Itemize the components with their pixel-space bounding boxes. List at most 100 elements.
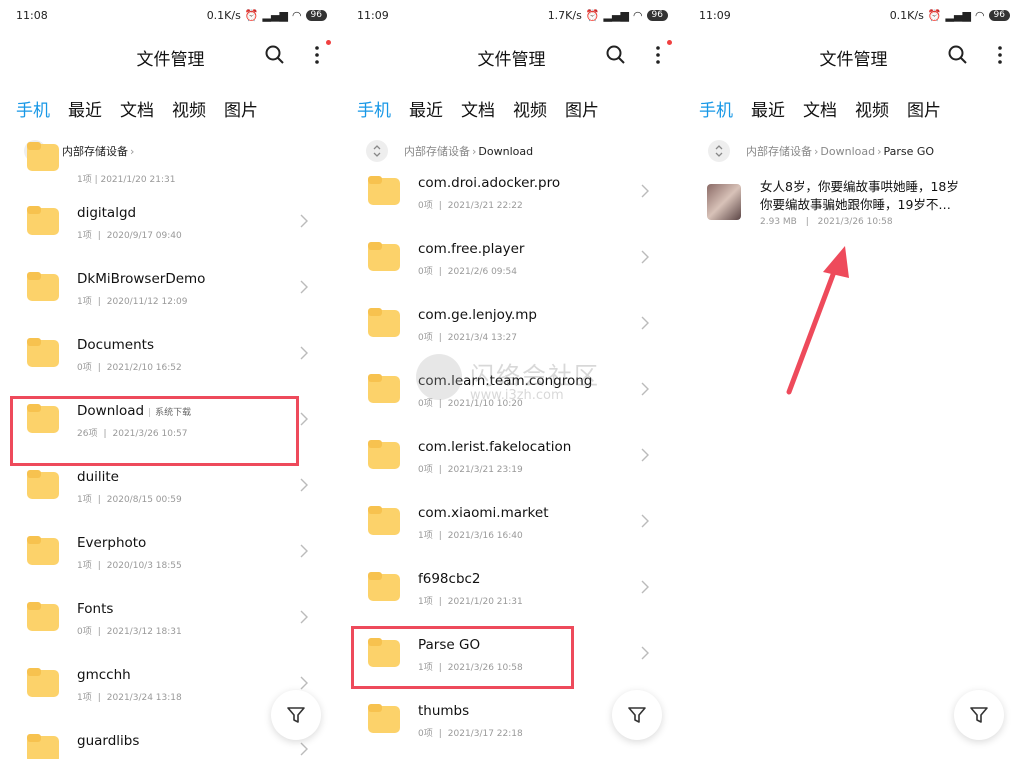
folder-row[interactable]: Parse GO 1项 | 2021/3/26 10:58 <box>341 624 682 690</box>
folder-meta: 1项 | 2020/10/3 18:55 <box>77 558 182 571</box>
breadcrumb-item-root[interactable]: 内部存储设备 <box>404 143 470 159</box>
filter-button[interactable] <box>612 690 662 740</box>
folder-icon <box>368 638 400 667</box>
more-icon[interactable] <box>647 44 669 66</box>
folder-row[interactable]: Documents 0项 | 2021/2/10 16:52 <box>0 324 341 390</box>
folder-icon <box>27 536 59 565</box>
chevron-right-icon <box>300 346 308 360</box>
folder-meta: 0项 | 2021/3/21 22:22 <box>418 198 523 211</box>
tab-recent[interactable]: 最近 <box>409 96 443 121</box>
folder-icon <box>27 668 59 697</box>
folder-row[interactable]: com.free.player 0项 | 2021/2/6 09:54 <box>341 228 682 294</box>
more-icon[interactable] <box>989 44 1011 66</box>
folder-icon <box>27 142 59 171</box>
folder-meta: 1项 | 2021/3/26 10:58 <box>418 660 523 673</box>
tab-phone[interactable]: 手机 <box>16 96 50 121</box>
tab-documents[interactable]: 文档 <box>803 96 837 121</box>
list-item[interactable]: 1项 | 2021/1/20 21:31 <box>0 142 341 192</box>
folder-row[interactable]: com.droi.adocker.pro 0项 | 2021/3/21 22:22 <box>341 162 682 228</box>
more-icon[interactable] <box>306 44 328 66</box>
folder-icon <box>27 206 59 235</box>
breadcrumb-up-icon[interactable] <box>708 140 730 162</box>
folder-meta: 0项 | 2021/3/17 22:18 <box>418 726 523 739</box>
filter-button[interactable] <box>954 690 1004 740</box>
video-file-item[interactable]: 女人8岁，你要编故事哄她睡，18岁你要编故事骗她跟你睡，19岁不… 2.93 M… <box>707 178 1014 238</box>
folder-name: duilite <box>77 469 119 485</box>
watermark-text: 闪络会社区 <box>470 362 600 390</box>
breadcrumb-item-download[interactable]: Download <box>478 145 533 158</box>
breadcrumb: 内部存储设备 › Download › Parse GO <box>708 140 934 162</box>
breadcrumb: 内部存储设备 › Download <box>366 140 533 162</box>
folder-date: 2020/10/3 18:55 <box>106 561 182 571</box>
tab-documents[interactable]: 文档 <box>120 96 154 121</box>
tab-documents[interactable]: 文档 <box>461 96 495 121</box>
folder-date: 2021/3/21 23:19 <box>447 465 523 475</box>
meta-separator: | <box>438 267 442 277</box>
wifi-icon: ◠ <box>974 9 985 22</box>
folder-name: digitalgd <box>77 205 136 221</box>
folder-name: guardlibs <box>77 733 139 749</box>
folder-meta: 1项 | 2021/3/24 13:18 <box>77 690 182 703</box>
breadcrumb-item-download[interactable]: Download <box>820 145 875 158</box>
folder-icon <box>368 242 400 271</box>
tab-phone[interactable]: 手机 <box>699 96 733 121</box>
tab-recent[interactable]: 最近 <box>751 96 785 121</box>
folder-date: 2021/3/24 13:18 <box>106 693 182 703</box>
search-icon[interactable] <box>947 44 969 66</box>
alarm-icon: ⏰ <box>927 9 942 22</box>
folder-date: 2020/9/17 09:40 <box>106 231 182 241</box>
folder-icon <box>27 338 59 367</box>
folder-row[interactable]: digitalgd 1项 | 2020/9/17 09:40 <box>0 192 341 258</box>
search-icon[interactable] <box>264 44 286 66</box>
folder-name: Fonts <box>77 601 113 617</box>
folder-name: com.droi.adocker.pro <box>418 175 560 191</box>
notification-dot <box>326 40 331 45</box>
file-meta: 2.93 MB | 2021/3/26 10:58 <box>760 217 893 227</box>
status-bar: 11:09 1.7K/s ⏰ ▂▄▆ ◠ 96 <box>341 0 682 30</box>
folder-row[interactable]: f698cbc2 1项 | 2021/1/20 21:31 <box>341 558 682 624</box>
chevron-right-icon: › <box>877 144 882 158</box>
folder-icon <box>27 602 59 631</box>
breadcrumb-item-parse-go[interactable]: Parse GO <box>884 145 935 158</box>
breadcrumb-up-icon[interactable] <box>366 140 388 162</box>
folder-row[interactable]: Fonts 0项 | 2021/3/12 18:31 <box>0 588 341 654</box>
folder-row[interactable]: DkMiBrowserDemo 1项 | 2020/11/12 12:09 <box>0 258 341 324</box>
folder-row[interactable]: Download | 系统下载 26项 | 2021/3/26 10:57 <box>0 390 341 456</box>
tab-images[interactable]: 图片 <box>565 96 599 121</box>
folder-row[interactable]: com.lerist.fakelocation 0项 | 2021/3/21 23:1… <box>341 426 682 492</box>
filter-button[interactable] <box>271 690 321 740</box>
folder-date: 2021/3/16 16:40 <box>447 531 523 541</box>
folder-row[interactable]: duilite 1项 | 2020/8/15 00:59 <box>0 456 341 522</box>
network-speed: 0.1K/s <box>206 9 241 22</box>
tag-separator: | <box>148 408 152 418</box>
file-title: 女人8岁，你要编故事哄她睡，18岁你要编故事骗她跟你睡，19岁不… <box>760 179 959 212</box>
tab-recent[interactable]: 最近 <box>68 96 102 121</box>
folder-meta: 1项 | 2021/1/20 21:31 <box>418 594 523 607</box>
folder-icon <box>368 440 400 469</box>
breadcrumb-item[interactable]: 内部存储设备 <box>62 143 128 159</box>
breadcrumb-item-root[interactable]: 内部存储设备 <box>746 143 812 159</box>
search-icon[interactable] <box>605 44 627 66</box>
alarm-icon: ⏰ <box>244 9 259 22</box>
tab-bar: 手机 最近 文档 视频 图片 <box>16 96 258 121</box>
tab-images[interactable]: 图片 <box>224 96 258 121</box>
folder-row[interactable]: com.xiaomi.market 1项 | 2021/3/16 16:40 <box>341 492 682 558</box>
tab-videos[interactable]: 视频 <box>172 96 206 121</box>
meta-separator: | <box>97 363 101 373</box>
chevron-right-icon <box>300 610 308 624</box>
chevron-right-icon: › <box>472 144 477 158</box>
filter-icon <box>628 707 646 723</box>
meta-separator: | <box>438 597 442 607</box>
folder-count: 0项 <box>418 333 433 343</box>
meta-separator: | <box>97 627 101 637</box>
folder-name-text: guardlibs <box>77 733 140 749</box>
folder-row[interactable]: Everphoto 1项 | 2020/10/3 18:55 <box>0 522 341 588</box>
signal-icon: ▂▄▆ <box>945 9 971 22</box>
tab-images[interactable]: 图片 <box>907 96 941 121</box>
tab-videos[interactable]: 视频 <box>513 96 547 121</box>
folder-date: 2020/11/12 12:09 <box>106 297 188 307</box>
tab-phone[interactable]: 手机 <box>357 96 391 121</box>
meta-separator: | <box>97 231 101 241</box>
chevron-right-icon <box>641 316 649 330</box>
tab-videos[interactable]: 视频 <box>855 96 889 121</box>
